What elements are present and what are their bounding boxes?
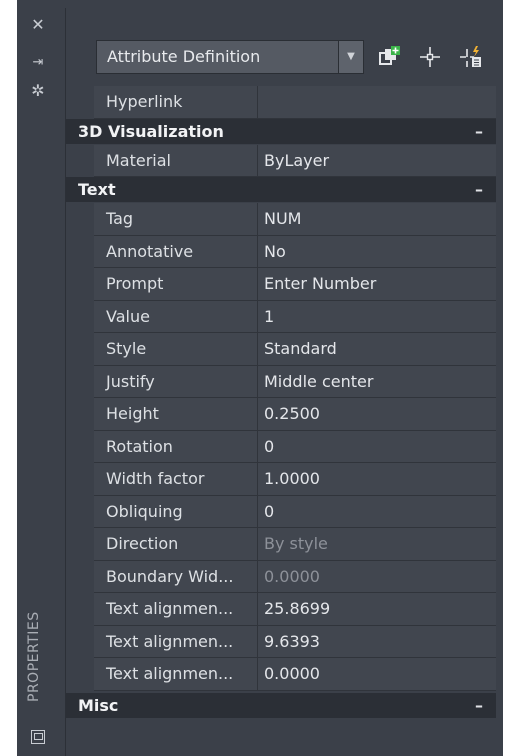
property-value: 0.0000 (264, 664, 320, 683)
property-label: Text alignmen... (94, 658, 258, 690)
property-row-tag[interactable]: Tag NUM (94, 203, 496, 236)
category-label: 3D Visualization (78, 121, 224, 141)
property-row-rotation[interactable]: Rotation 0 (94, 430, 496, 463)
property-value: 1 (264, 306, 275, 326)
category-label: Misc (78, 695, 119, 715)
category-misc[interactable]: Misc – (66, 692, 496, 719)
property-value: ByLayer (264, 150, 330, 170)
property-row-obliquing[interactable]: Obliquing 0 (94, 495, 496, 528)
property-value: By style (264, 534, 328, 553)
property-label: Tag (94, 203, 258, 235)
property-row-justify[interactable]: Justify Middle center (94, 365, 496, 398)
property-row-width-factor[interactable]: Width factor 1.0000 (94, 463, 496, 496)
property-value: Enter Number (264, 274, 377, 293)
property-label: Text alignmen... (94, 593, 258, 625)
property-row-prompt[interactable]: Prompt Enter Number (94, 268, 496, 301)
property-row-style[interactable]: Style Standard (94, 333, 496, 366)
select-objects-icon[interactable] (417, 44, 443, 70)
property-label: Height (94, 398, 258, 430)
property-row-direction[interactable]: Direction By style (94, 528, 496, 561)
property-value: Standard (264, 339, 337, 358)
property-row-value[interactable]: Value 1 (94, 300, 496, 333)
chevron-down-icon[interactable]: ▼ (338, 41, 363, 73)
palette-menu-icon[interactable] (31, 730, 45, 744)
quick-select-add-icon[interactable] (376, 44, 402, 70)
property-label: Text alignmen... (94, 625, 258, 657)
close-icon[interactable]: ✕ (27, 14, 49, 36)
property-row-boundary-width[interactable]: Boundary Wid... 0.0000 (94, 560, 496, 593)
properties-content: Attribute Definition ▼ Hyperlink 3D Visu… (65, 8, 503, 756)
property-value: 0 (264, 501, 275, 521)
property-value: 25.8699 (264, 599, 331, 618)
property-value: No (264, 241, 286, 261)
property-label: Hyperlink (94, 86, 258, 118)
property-row-text-alignment-y[interactable]: Text alignmen... 9.6393 (94, 625, 496, 658)
property-row-height[interactable]: Height 0.2500 (94, 398, 496, 431)
object-type-label: Attribute Definition (107, 47, 261, 66)
palette-title: PROPERTIES (26, 611, 42, 702)
property-label: Justify (94, 365, 258, 397)
palette-title-strip: ✕ ⇥ ✲ PROPERTIES (17, 0, 77, 756)
property-label: Rotation (94, 430, 258, 462)
property-row-annotative[interactable]: Annotative No (94, 235, 496, 268)
property-value: 9.6393 (264, 631, 320, 651)
collapse-icon[interactable]: – (472, 177, 486, 203)
property-label: Annotative (94, 235, 258, 267)
category-text[interactable]: Text – (66, 177, 496, 203)
property-row-text-alignment-z[interactable]: Text alignmen... 0.0000 (94, 658, 496, 691)
settings-icon[interactable]: ✲ (27, 80, 49, 102)
properties-palette: ✕ ⇥ ✲ PROPERTIES Attribute Definition ▼ (17, 0, 503, 756)
property-label: Value (94, 300, 258, 332)
property-value: 0 (264, 436, 275, 456)
property-label: Style (94, 333, 258, 365)
property-label: Boundary Wid... (94, 560, 258, 592)
auto-hide-icon[interactable]: ⇥ (27, 52, 49, 74)
property-label: Material (94, 144, 258, 176)
collapse-icon[interactable]: – (472, 119, 486, 145)
property-label: Width factor (94, 463, 258, 495)
object-type-dropdown[interactable]: Attribute Definition ▼ (96, 40, 364, 74)
property-value: 0.0000 (264, 566, 320, 586)
category-3d-visualization[interactable]: 3D Visualization – (66, 118, 496, 145)
property-value: 0.2500 (264, 404, 320, 423)
property-value: 1.0000 (264, 469, 320, 488)
category-label: Text (78, 180, 116, 199)
property-row-hyperlink[interactable]: Hyperlink (94, 86, 496, 119)
property-value: NUM (264, 209, 302, 228)
property-label: Obliquing (94, 495, 258, 527)
property-row-text-alignment-x[interactable]: Text alignmen... 25.8699 (94, 593, 496, 626)
property-label: Direction (94, 528, 258, 560)
collapse-icon[interactable]: – (472, 693, 486, 719)
property-grid: Hyperlink 3D Visualization – Material By… (66, 86, 496, 719)
toggle-pickadd-icon[interactable] (458, 44, 484, 70)
property-label: Prompt (94, 268, 258, 300)
property-value: Middle center (264, 371, 374, 391)
property-row-material[interactable]: Material ByLayer (94, 144, 496, 177)
